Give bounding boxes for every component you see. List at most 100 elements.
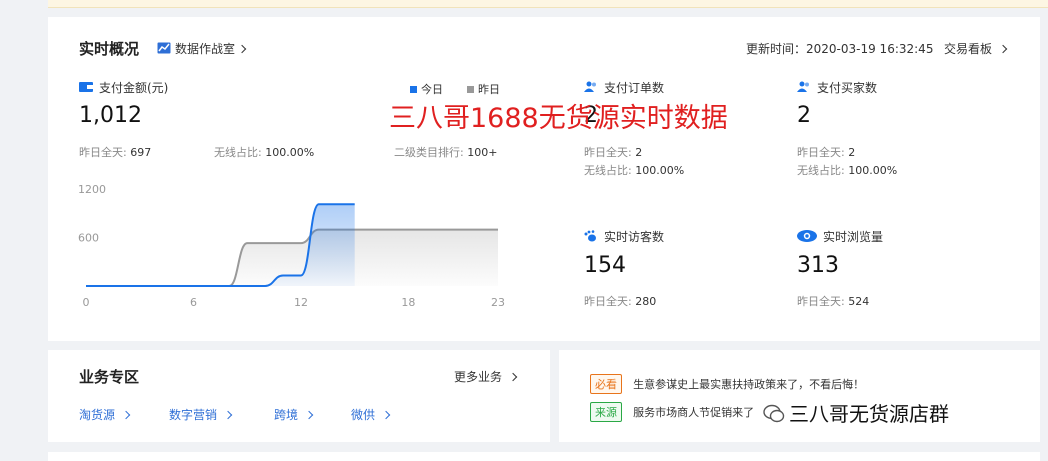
business-link-cross-border[interactable]: 跨境 bbox=[274, 406, 314, 423]
wireless-value: 100.00% bbox=[635, 164, 685, 177]
update-time: 更新时间：2020-03-19 16:32:45 bbox=[746, 42, 934, 56]
pay-orders-wireless: 无线占比: 100.00% bbox=[584, 162, 684, 178]
news-text: 服务市场商人节促销来了 bbox=[633, 406, 755, 419]
wireless-label: 无线占比: bbox=[584, 164, 632, 177]
war-room-label: 数据作战室 bbox=[175, 42, 236, 56]
pay-orders-label-text: 支付订单数 bbox=[604, 81, 665, 95]
business-link-label: 淘货源 bbox=[79, 408, 116, 422]
pay-orders-label: 支付订单数 bbox=[584, 79, 664, 96]
more-business-link[interactable]: 更多业务 bbox=[454, 368, 518, 385]
x-tick-label: 0 bbox=[83, 296, 90, 309]
wireless-label: 无线占比: bbox=[797, 164, 845, 177]
yesterday-value: 280 bbox=[635, 295, 657, 308]
pageviews-label: 实时浏览量 bbox=[797, 228, 883, 245]
x-tick-label: 6 bbox=[190, 296, 197, 309]
pay-amount-label: 支付金额(元) bbox=[79, 79, 168, 96]
chevron-right-icon bbox=[223, 410, 233, 420]
rank-label: 二级类目排行: bbox=[394, 146, 464, 159]
realtime-line-chart: 1200 600 0 6 12 18 23 bbox=[78, 183, 505, 309]
must-read-badge: 必看 bbox=[590, 374, 622, 394]
wireless-value: 100.00% bbox=[265, 146, 315, 159]
pay-buyers-label: 支付买家数 bbox=[797, 79, 877, 96]
legend-yesterday: 昨日 bbox=[467, 81, 500, 97]
yesterday-value: 2 bbox=[635, 146, 643, 159]
wireless-label: 无线占比: bbox=[214, 146, 262, 159]
watermark: 三八哥无货源店群 bbox=[763, 398, 949, 427]
legend-yesterday-label: 昨日 bbox=[478, 83, 500, 96]
overlay-caption: 三八哥1688无货源实时数据 bbox=[389, 103, 728, 134]
wechat-icon bbox=[763, 404, 785, 423]
business-title: 业务专区 bbox=[79, 368, 140, 386]
visitors-label: 实时访客数 bbox=[584, 228, 664, 245]
pay-orders-yesterday: 昨日全天: 2 bbox=[584, 144, 642, 160]
pay-amount-yesterday: 昨日全天: 697 bbox=[79, 144, 151, 160]
business-card: 业务专区 更多业务 淘货源 数字营销 跨境 微供 bbox=[48, 350, 550, 442]
rank-value: 100+ bbox=[467, 146, 498, 159]
pay-amount-value: 1,012 bbox=[79, 103, 142, 128]
pay-buyers-wireless: 无线占比: 100.00% bbox=[797, 162, 897, 178]
yesterday-value: 2 bbox=[848, 146, 856, 159]
pay-buyers-yesterday: 昨日全天: 2 bbox=[797, 144, 855, 160]
business-link-digital-marketing[interactable]: 数字营销 bbox=[169, 406, 233, 423]
news-item[interactable]: 来源 服务市场商人节促销来了 bbox=[590, 401, 754, 422]
business-link-taohuoyuan[interactable]: 淘货源 bbox=[79, 406, 131, 423]
watermark-text: 三八哥无货源店群 bbox=[789, 402, 949, 426]
chevron-right-icon bbox=[998, 44, 1008, 54]
more-business-label: 更多业务 bbox=[454, 370, 503, 384]
y-tick-label: 600 bbox=[78, 232, 99, 245]
pay-amount-label-text: 支付金额(元) bbox=[99, 81, 169, 95]
chevron-right-icon bbox=[508, 372, 518, 382]
news-text: 生意参谋史上最实惠扶持政策来了，不看后悔！ bbox=[633, 378, 865, 391]
wireless-value: 100.00% bbox=[848, 164, 898, 177]
business-link-label: 微供 bbox=[351, 408, 376, 422]
realtime-card: 实时概况 数据作战室 更新时间：2020-03-19 16:32:45 交易看板… bbox=[48, 17, 1040, 341]
bottom-card bbox=[48, 452, 1040, 461]
category-rank: 二级类目排行: 100+ bbox=[394, 144, 497, 160]
news-item[interactable]: 必看 生意参谋史上最实惠扶持政策来了，不看后悔！ bbox=[590, 373, 864, 394]
visitors-value: 154 bbox=[584, 253, 626, 278]
x-tick-label: 23 bbox=[491, 296, 505, 309]
pageviews-label-text: 实时浏览量 bbox=[823, 230, 884, 244]
chevron-right-icon bbox=[121, 410, 131, 420]
legend-today: 今日 bbox=[410, 81, 443, 97]
yesterday-value: 697 bbox=[130, 146, 152, 159]
pay-buyers-label-text: 支付买家数 bbox=[817, 81, 878, 95]
trade-board-link[interactable]: 交易看板 bbox=[944, 40, 1008, 57]
business-link-weigong[interactable]: 微供 bbox=[351, 406, 391, 423]
pay-amount-wireless: 无线占比: 100.00% bbox=[214, 144, 314, 160]
pay-buyers-value: 2 bbox=[797, 103, 811, 128]
yesterday-value: 524 bbox=[848, 295, 870, 308]
wallet-icon bbox=[79, 82, 93, 92]
users-icon bbox=[797, 81, 809, 92]
visitors-yesterday: 昨日全天: 280 bbox=[584, 293, 656, 309]
business-link-label: 数字营销 bbox=[169, 408, 218, 422]
notice-strip bbox=[48, 0, 1048, 8]
chevron-right-icon bbox=[381, 410, 391, 420]
users-icon bbox=[584, 81, 596, 92]
trade-board-label: 交易看板 bbox=[944, 42, 993, 56]
yesterday-label: 昨日全天: bbox=[797, 146, 845, 159]
source-badge: 来源 bbox=[590, 402, 622, 422]
yesterday-label: 昨日全天: bbox=[584, 295, 632, 308]
yesterday-label: 昨日全天: bbox=[797, 295, 845, 308]
realtime-title: 实时概况 bbox=[79, 40, 140, 58]
x-tick-label: 18 bbox=[401, 296, 415, 309]
today-swatch bbox=[410, 86, 417, 93]
yesterday-label: 昨日全天: bbox=[79, 146, 127, 159]
chevron-right-icon bbox=[304, 410, 314, 420]
footprint-icon bbox=[584, 230, 596, 242]
pageviews-value: 313 bbox=[797, 253, 839, 278]
chart-icon bbox=[157, 42, 171, 54]
yesterday-label: 昨日全天: bbox=[584, 146, 632, 159]
news-card: 必看 生意参谋史上最实惠扶持政策来了，不看后悔！ 来源 服务市场商人节促销来了 bbox=[559, 350, 1040, 442]
eye-icon bbox=[797, 230, 817, 242]
legend-today-label: 今日 bbox=[421, 83, 443, 96]
war-room-link[interactable]: 数据作战室 bbox=[157, 40, 247, 57]
visitors-label-text: 实时访客数 bbox=[604, 230, 665, 244]
pageviews-yesterday: 昨日全天: 524 bbox=[797, 293, 869, 309]
business-link-label: 跨境 bbox=[274, 408, 299, 422]
x-tick-label: 12 bbox=[294, 296, 308, 309]
chevron-right-icon bbox=[237, 44, 247, 54]
y-tick-label: 1200 bbox=[78, 183, 106, 196]
yesterday-swatch bbox=[467, 86, 474, 93]
